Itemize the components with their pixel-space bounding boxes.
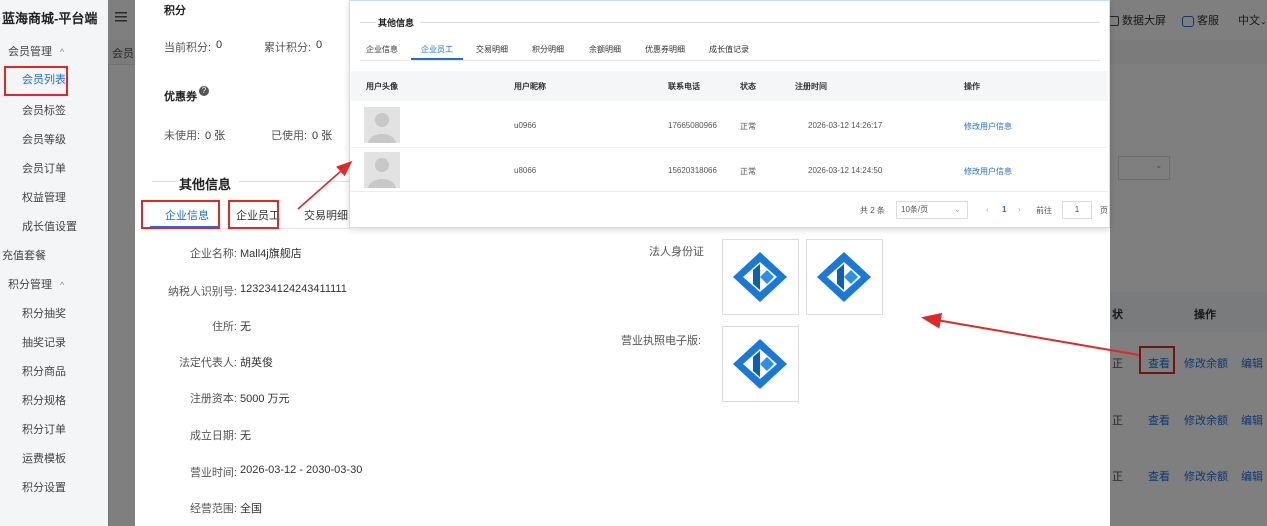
arrow-to-drawer: [921, 312, 1140, 356]
arrow-to-popup: [297, 160, 353, 210]
annotation-arrows: [297, 160, 1140, 356]
